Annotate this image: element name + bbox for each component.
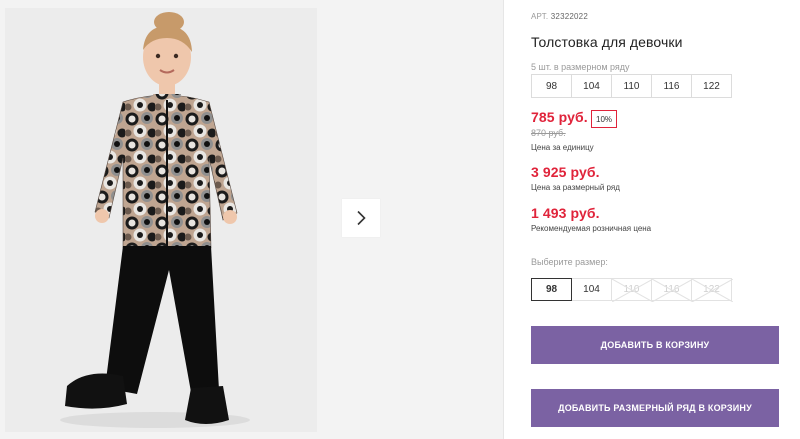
add-size-row-to-cart-button[interactable]: ДОБАВИТЬ РАЗМЕРНЫЙ РЯД В КОРЗИНУ: [531, 389, 779, 427]
chevron-right-icon: [357, 210, 366, 226]
size-option-98[interactable]: 98: [531, 278, 572, 301]
unavailable-cross-icon: [612, 279, 653, 302]
size-row-cell: 116: [651, 74, 692, 98]
size-row-cell: 98: [531, 74, 572, 98]
row-price: 3 925 руб.: [531, 164, 600, 180]
unit-price: 785 руб.: [531, 109, 588, 125]
size-option-104[interactable]: 104: [571, 278, 612, 301]
discount-badge: 10%: [591, 110, 618, 128]
article-label: АРТ.: [531, 12, 549, 21]
unavailable-cross-icon: [692, 279, 733, 302]
size-row-grid: 98 104 110 116 122: [531, 74, 732, 98]
article-number: АРТ. 32322022: [531, 12, 588, 21]
retail-price: 1 493 руб.: [531, 205, 600, 221]
add-to-cart-button[interactable]: ДОБАВИТЬ В КОРЗИНУ: [531, 326, 779, 364]
size-option-110: 110: [611, 278, 653, 302]
size-picker-label: Выберите размер:: [531, 257, 608, 267]
size-row-cell: 110: [611, 74, 652, 98]
size-row-cell: 122: [691, 74, 732, 98]
old-price: 870 руб.: [531, 128, 566, 138]
product-title: Толстовка для девочки: [531, 34, 683, 50]
size-row-cell: 104: [571, 74, 612, 98]
retail-price-label: Рекомендуемая розничная цена: [531, 224, 652, 233]
unit-price-label: Цена за единицу: [531, 143, 594, 152]
size-option-122: 122: [691, 278, 733, 302]
product-info: АРТ. 32322022 Толстовка для девочки 5 шт…: [531, 0, 791, 439]
size-option-116: 116: [651, 278, 693, 302]
size-row-note: 5 шт. в размерном ряду: [531, 62, 630, 72]
unavailable-cross-icon: [652, 279, 693, 302]
product-gallery: [0, 0, 504, 439]
size-picker: 98 104 110 116 122: [531, 278, 733, 302]
product-photo: [5, 8, 317, 432]
row-price-label: Цена за размерный ряд: [531, 183, 620, 192]
article-value: 32322022: [550, 12, 588, 21]
gallery-next-button[interactable]: [342, 199, 380, 237]
